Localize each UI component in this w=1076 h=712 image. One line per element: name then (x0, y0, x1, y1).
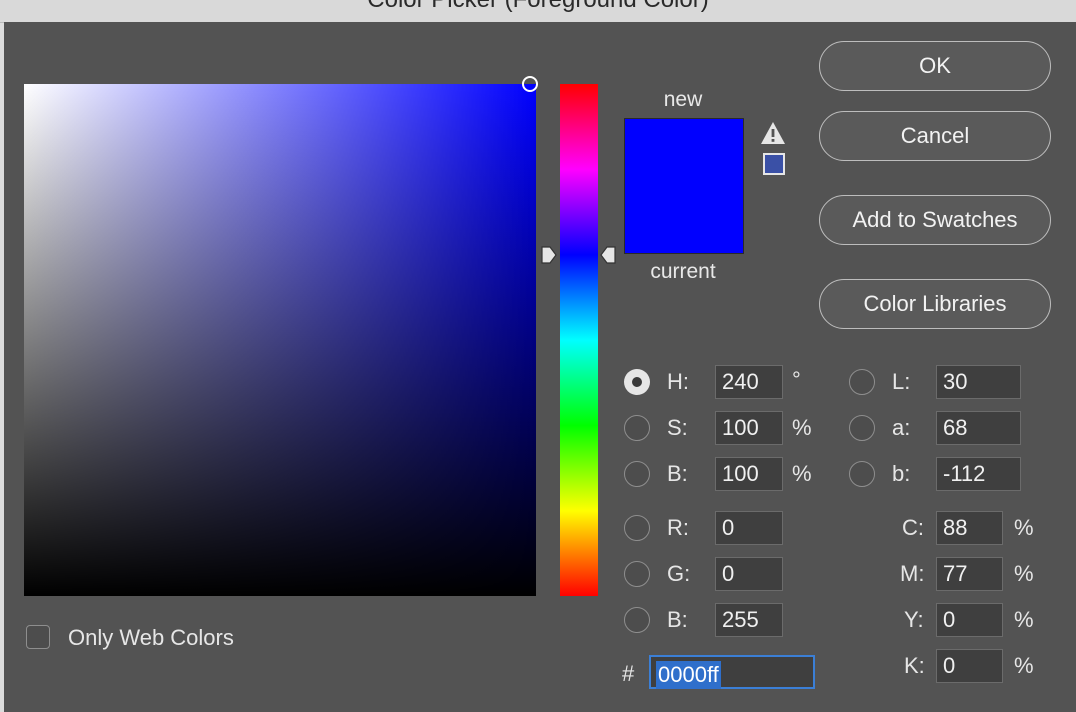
hue-slider-right-arrow-icon[interactable] (599, 245, 617, 265)
yellow-input[interactable] (936, 603, 1003, 637)
cyan-input[interactable] (936, 511, 1003, 545)
cancel-button[interactable]: Cancel (819, 111, 1051, 161)
green-label: G: (667, 561, 691, 586)
brightness-unit: % (792, 461, 812, 486)
hue-input[interactable] (715, 365, 783, 399)
only-web-colors-checkbox[interactable] (26, 625, 50, 649)
cyan-unit: % (1014, 515, 1034, 540)
lab-a-input[interactable] (936, 411, 1021, 445)
blue-radio[interactable] (624, 607, 650, 633)
lab-l-label: L: (892, 369, 911, 394)
lab-b-input[interactable] (936, 457, 1021, 491)
brightness-radio[interactable] (624, 461, 650, 487)
red-label: R: (667, 515, 689, 540)
red-input[interactable] (715, 511, 783, 545)
magenta-label: M: (900, 561, 925, 586)
black-input[interactable] (936, 649, 1003, 683)
saturation-label: S: (667, 415, 688, 440)
new-color-label: new (663, 88, 703, 111)
out-of-gamut-warning-icon[interactable] (760, 120, 786, 146)
hue-label: H: (667, 369, 689, 394)
magenta-input[interactable] (936, 557, 1003, 591)
current-color-label: current (650, 260, 716, 283)
lab-l-input[interactable] (936, 365, 1021, 399)
title-bar: Color Picker (Foreground Color) (0, 0, 1076, 23)
lab-b-label: b: (892, 461, 911, 486)
green-radio[interactable] (624, 561, 650, 587)
color-field-marker[interactable] (522, 76, 538, 92)
cyan-label: C: (902, 515, 924, 540)
black-unit: % (1014, 653, 1034, 678)
brightness-label: B: (667, 461, 688, 486)
hue-radio[interactable] (624, 369, 650, 395)
saturation-input[interactable] (715, 411, 783, 445)
hex-label: # (622, 661, 635, 686)
lab-l-radio[interactable] (849, 369, 875, 395)
color-picker-dialog: new current OK Cancel Add to Swatches Co… (4, 22, 1076, 712)
lab-b-radio[interactable] (849, 461, 875, 487)
color-preview-swatch[interactable] (624, 118, 744, 254)
blue-label: B: (667, 607, 688, 632)
add-to-swatches-button[interactable]: Add to Swatches (819, 195, 1051, 245)
saturation-unit: % (792, 415, 812, 440)
gamut-correction-swatch[interactable] (763, 153, 785, 175)
hue-slider[interactable] (560, 84, 598, 596)
brightness-input[interactable] (715, 457, 783, 491)
lab-a-label: a: (892, 415, 911, 440)
color-libraries-button[interactable]: Color Libraries (819, 279, 1051, 329)
black-label: K: (904, 653, 925, 678)
hex-value-selected[interactable]: 0000ff (656, 661, 721, 689)
saturation-radio[interactable] (624, 415, 650, 441)
window-title: Color Picker (Foreground Color) (0, 0, 1076, 14)
ok-button[interactable]: OK (819, 41, 1051, 91)
blue-input[interactable] (715, 603, 783, 637)
color-field[interactable] (24, 84, 536, 596)
yellow-label: Y: (904, 607, 924, 632)
only-web-colors-label: Only Web Colors (68, 625, 234, 650)
hue-unit: ° (792, 367, 801, 392)
hue-slider-left-arrow-icon[interactable] (540, 245, 558, 265)
magenta-unit: % (1014, 561, 1034, 586)
red-radio[interactable] (624, 515, 650, 541)
green-input[interactable] (715, 557, 783, 591)
yellow-unit: % (1014, 607, 1034, 632)
lab-a-radio[interactable] (849, 415, 875, 441)
